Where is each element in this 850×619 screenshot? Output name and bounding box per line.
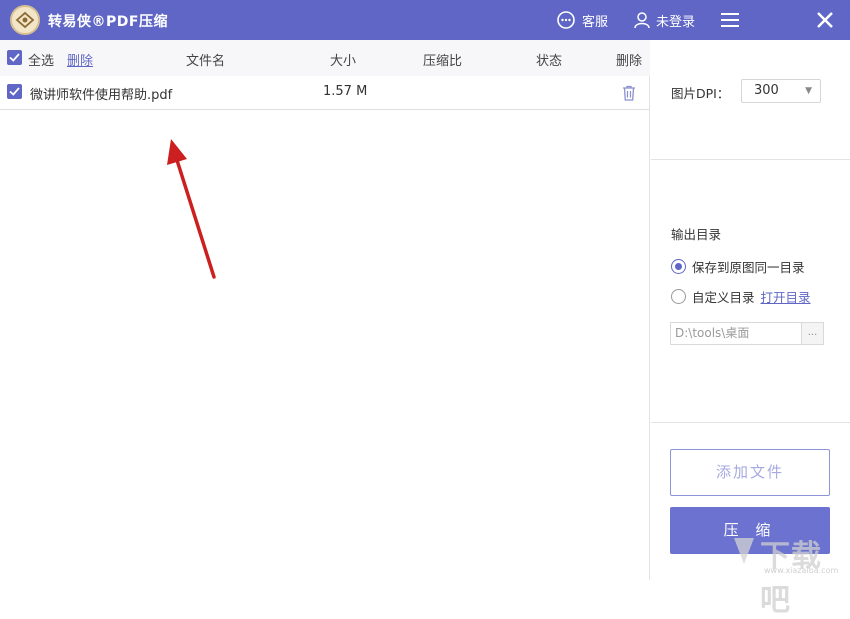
radio-button-selected[interactable] — [671, 259, 686, 274]
customer-service-label: 客服 — [582, 11, 608, 30]
watermark-logo: 下载吧 www.xiazaiba.com — [730, 530, 845, 576]
annotation-arrow-icon — [160, 135, 230, 285]
column-header-size: 大小 — [330, 50, 356, 69]
radio-custom-dir[interactable]: 自定义目录 打开目录 — [671, 287, 811, 306]
check-icon — [9, 52, 20, 63]
trash-icon[interactable] — [620, 84, 638, 102]
table-header: 全选 删除 文件名 大小 压缩比 状态 删除 — [0, 40, 650, 76]
browse-button[interactable]: ... — [801, 322, 824, 345]
login-button[interactable]: 未登录 — [634, 0, 695, 40]
row-filename: 微讲师软件使用帮助.pdf — [30, 84, 172, 103]
column-header-filename: 文件名 — [186, 50, 225, 69]
check-icon — [9, 86, 20, 97]
table-row[interactable]: 微讲师软件使用帮助.pdf 1.57 M — [0, 76, 650, 110]
dpi-label: 图片DPI： — [671, 83, 729, 102]
row-checkbox[interactable] — [7, 84, 22, 99]
watermark-mark-icon — [730, 532, 758, 568]
divider — [651, 422, 850, 423]
open-dir-link[interactable]: 打开目录 — [761, 287, 811, 306]
app-logo — [10, 5, 40, 35]
output-dir-label: 输出目录 — [671, 224, 721, 243]
menu-button[interactable] — [720, 0, 740, 40]
watermark-subtext: www.xiazaiba.com — [764, 566, 838, 575]
select-all-label[interactable]: 全选 — [28, 50, 54, 69]
radio-same-dir-label: 保存到原图同一目录 — [692, 257, 805, 276]
user-icon — [634, 11, 650, 29]
divider — [651, 159, 850, 160]
row-size: 1.57 M — [323, 84, 367, 99]
app-title: 转易侠®PDF压缩 — [48, 11, 168, 31]
title-bar: 转易侠®PDF压缩 客服 未登录 — [0, 0, 850, 40]
watermark-text: 下载吧 — [760, 531, 845, 619]
delete-selected-link[interactable]: 删除 — [67, 50, 93, 69]
settings-pane: 图片DPI： 300 ▼ 输出目录 保存到原图同一目录 自定义目录 打开目录 D… — [651, 40, 850, 580]
column-header-status: 状态 — [536, 50, 562, 69]
chat-icon — [556, 10, 576, 30]
customer-service-button[interactable]: 客服 — [556, 0, 608, 40]
output-path-input[interactable]: D:\tools\桌面 — [670, 322, 802, 345]
file-list-pane: 全选 删除 文件名 大小 压缩比 状态 删除 微讲师软件使用帮助.pdf 1.5… — [0, 40, 650, 580]
column-header-ratio: 压缩比 — [423, 50, 462, 69]
hamburger-icon — [720, 12, 740, 28]
close-icon — [816, 11, 834, 29]
dpi-value: 300 — [754, 83, 779, 98]
login-label: 未登录 — [656, 11, 695, 30]
dpi-select[interactable]: 300 ▼ — [741, 79, 821, 103]
add-file-button[interactable]: 添加文件 — [670, 449, 830, 496]
select-all-checkbox[interactable] — [7, 50, 22, 65]
radio-custom-dir-label: 自定义目录 — [692, 287, 755, 306]
chevron-down-icon: ▼ — [805, 80, 812, 102]
close-button[interactable] — [816, 0, 834, 40]
column-header-delete: 删除 — [616, 50, 642, 69]
radio-button-unselected[interactable] — [671, 289, 686, 304]
radio-same-dir[interactable]: 保存到原图同一目录 — [671, 257, 805, 276]
